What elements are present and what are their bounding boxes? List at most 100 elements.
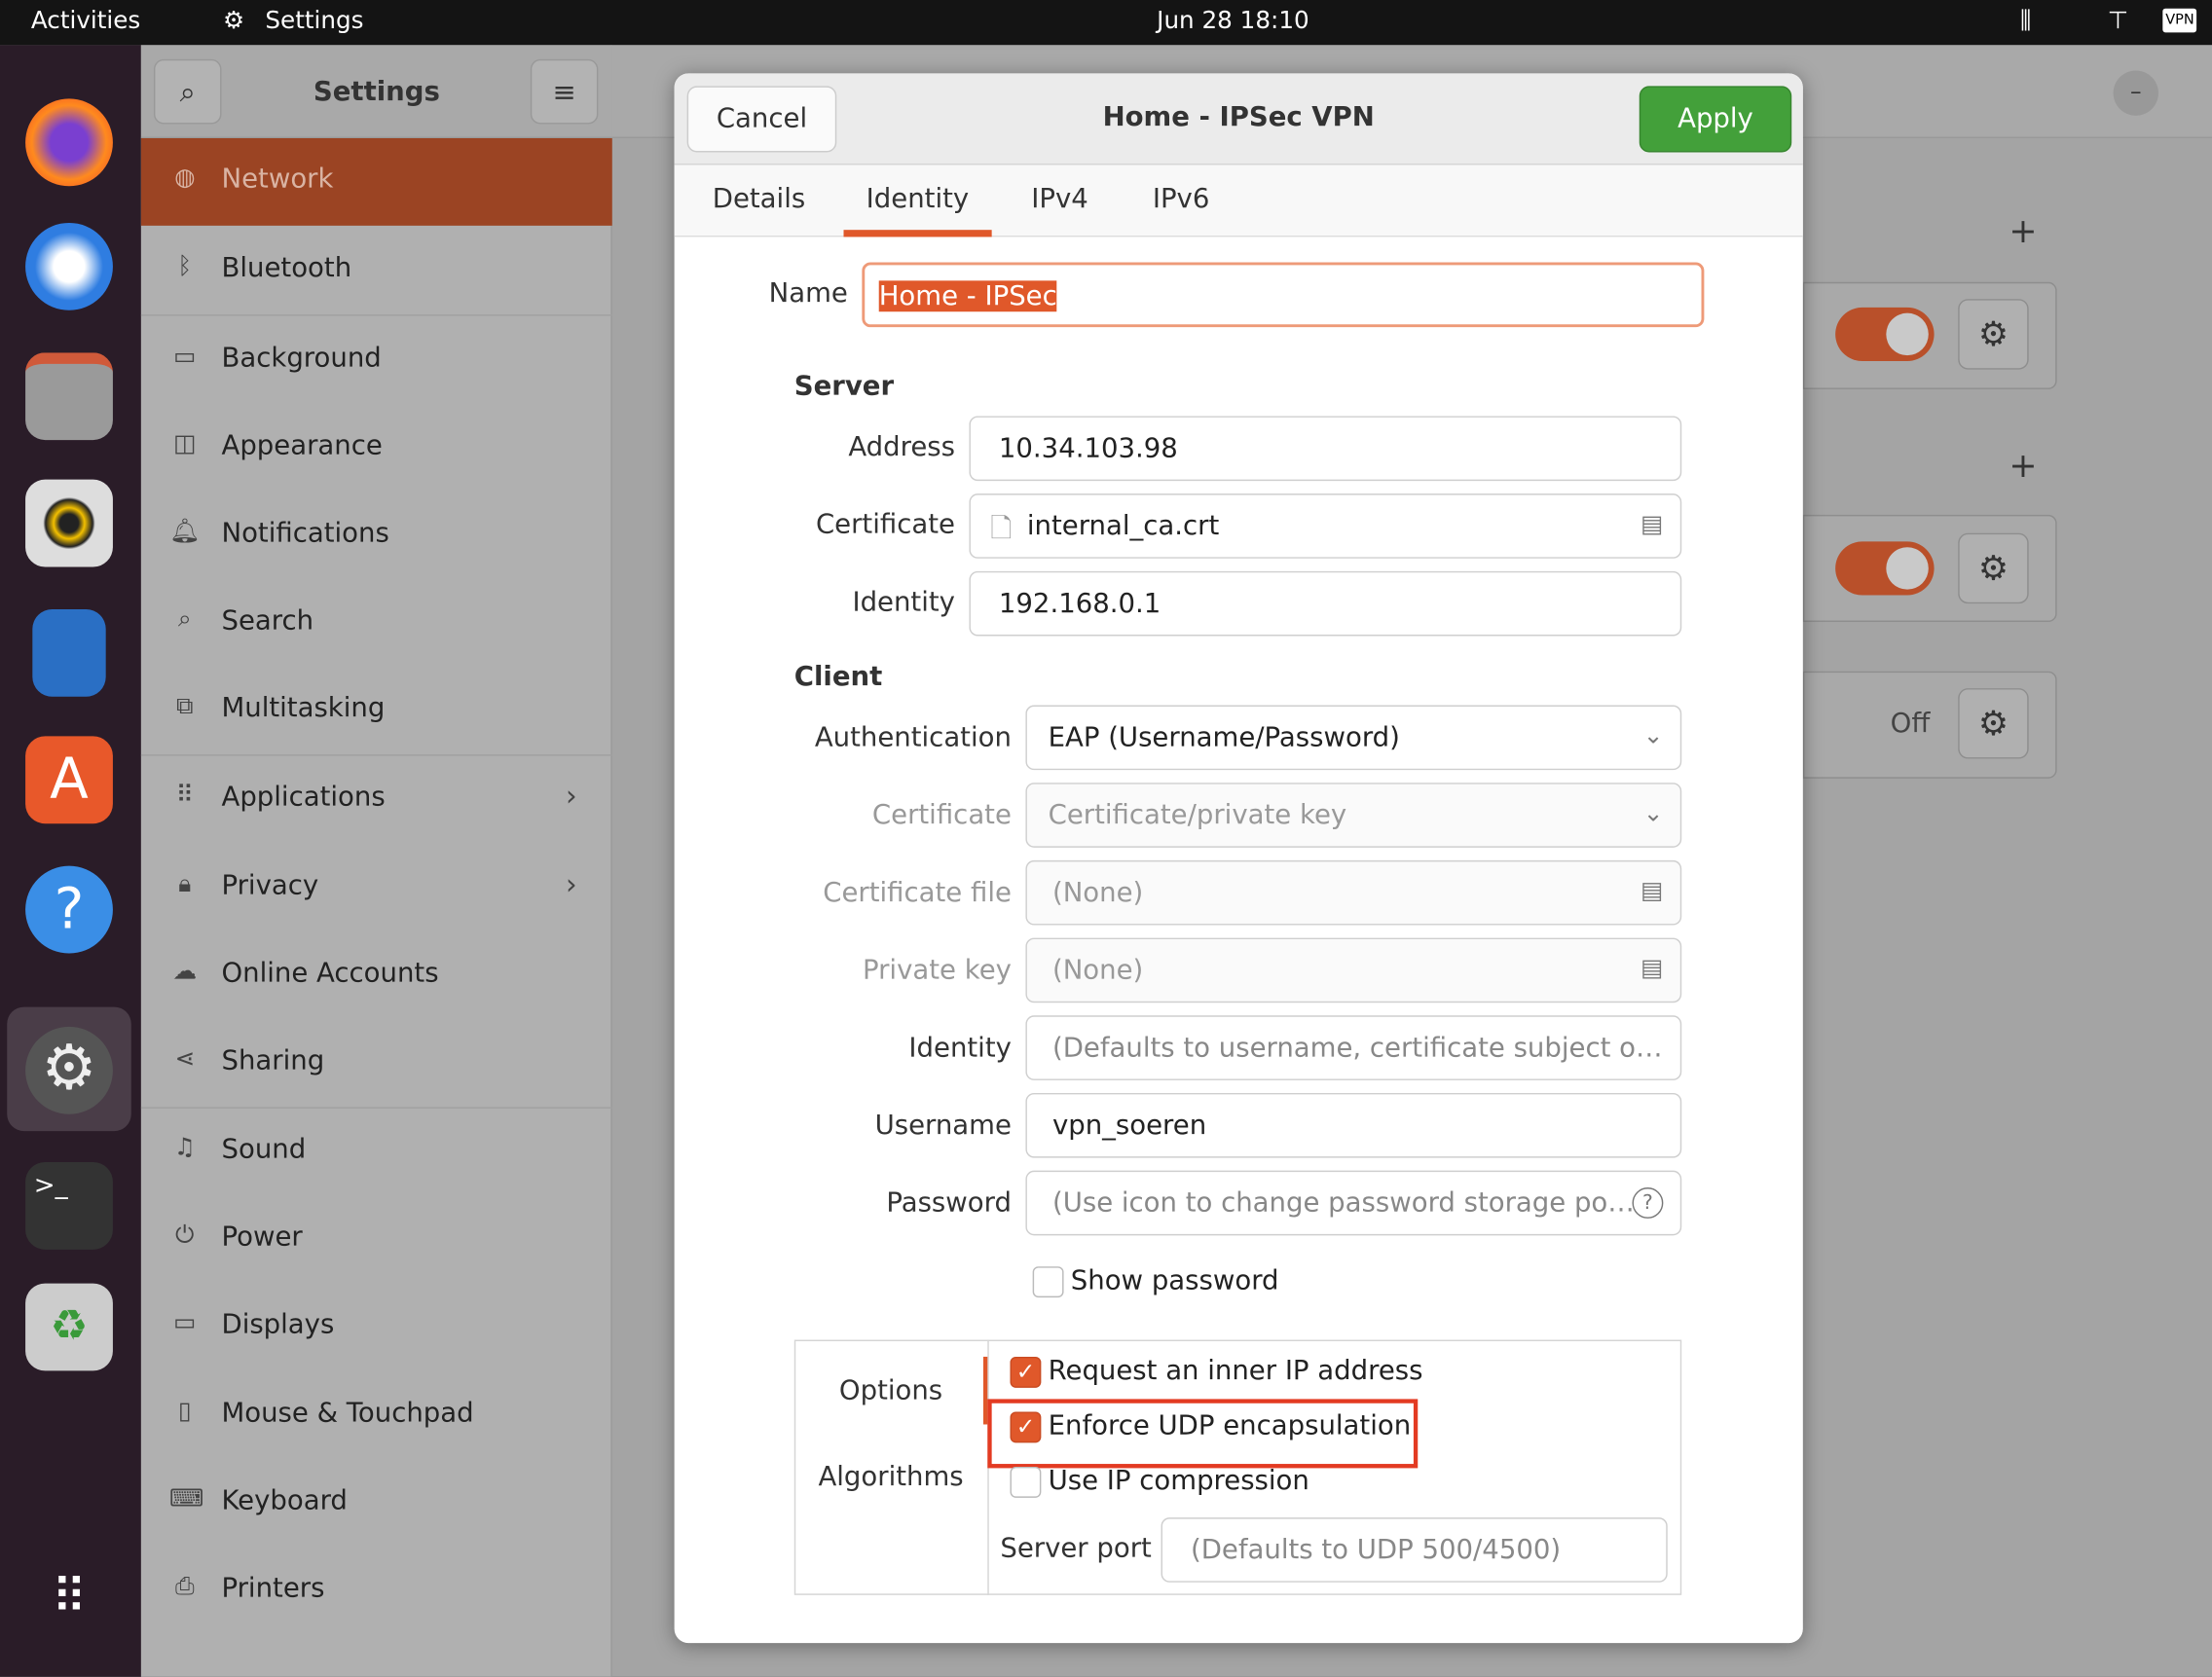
- dock: A ? ⚙ >_ ♻ ⠿: [0, 45, 141, 1676]
- authentication-select[interactable]: EAP (Username/Password)⌄: [1025, 706, 1681, 771]
- bell-icon: 🔔︎: [169, 518, 201, 546]
- password-input[interactable]: (Use icon to change password storage po……: [1025, 1171, 1681, 1236]
- enforce-udp-label: Enforce UDP encapsulation: [1049, 1410, 1412, 1441]
- sidebar-item-label: Sound: [221, 1134, 306, 1165]
- add-vpn-button[interactable]: +: [2009, 446, 2037, 486]
- activities-button[interactable]: Activities: [31, 7, 140, 35]
- server-certificate-chooser[interactable]: 🗋internal_ca.crt▤: [969, 493, 1681, 559]
- tab-ipv4[interactable]: IPv4: [1031, 183, 1088, 214]
- sidebar-item-power[interactable]: ⏻Power: [141, 1196, 612, 1284]
- tab-identity[interactable]: Identity: [866, 183, 970, 214]
- ip-compression-checkbox[interactable]: [1010, 1467, 1041, 1498]
- browse-file-icon[interactable]: ▤: [1641, 511, 1663, 539]
- clock[interactable]: Jun 28 18:10: [1157, 7, 1309, 35]
- tab-details[interactable]: Details: [713, 183, 805, 214]
- network-wired-icon[interactable]: ⊤: [2108, 7, 2128, 35]
- name-input[interactable]: Home - IPSec: [862, 263, 1704, 328]
- add-connection-button[interactable]: +: [2009, 211, 2037, 251]
- sidebar-item-label: Bluetooth: [221, 252, 351, 283]
- dialog-tabs: Details Identity IPv4 IPv6: [675, 165, 1803, 237]
- accessibility-icon[interactable]: ⫼: [2020, 7, 2031, 35]
- music-icon: ♫: [169, 1134, 201, 1162]
- client-certificate-select[interactable]: Certificate/private key⌄: [1025, 783, 1681, 848]
- username-input[interactable]: vpn_soeren: [1025, 1093, 1681, 1158]
- app-menu[interactable]: Settings: [265, 7, 363, 35]
- sidebar-item-privacy[interactable]: 🔒︎Privacy›: [141, 845, 612, 932]
- rhythmbox-icon[interactable]: [25, 480, 113, 567]
- gear-icon[interactable]: ⚙: [1958, 688, 2028, 758]
- certificate-file-value: (None): [1052, 877, 1143, 908]
- terminal-icon[interactable]: >_: [25, 1162, 113, 1250]
- server-port-input[interactable]: (Defaults to UDP 500/4500): [1161, 1517, 1668, 1583]
- enforce-udp-checkbox[interactable]: ✓: [1010, 1411, 1041, 1442]
- sidebar-item-label: Multitasking: [221, 692, 385, 723]
- sidebar-item-label: Search: [221, 605, 313, 637]
- sidebar-item-label: Keyboard: [221, 1485, 347, 1516]
- cloud-icon: ☁: [169, 958, 201, 986]
- sidebar-item-multitasking[interactable]: ⧉Multitasking: [141, 667, 612, 754]
- apply-button[interactable]: Apply: [1640, 86, 1791, 152]
- app-grid-icon[interactable]: ⠿: [25, 1554, 113, 1642]
- sidebar-item-search[interactable]: ⌕ Search: [141, 580, 612, 668]
- address-input[interactable]: 10.34.103.98: [969, 416, 1681, 481]
- show-password-checkbox[interactable]: [1033, 1266, 1064, 1297]
- authentication-label: Authentication: [675, 722, 1012, 753]
- file-icon: 🗋: [990, 509, 1012, 554]
- browse-file-icon[interactable]: ▤: [1641, 955, 1663, 983]
- private-key-value: (None): [1052, 955, 1143, 986]
- client-identity-input[interactable]: (Defaults to username, certificate subje…: [1025, 1015, 1681, 1080]
- sidebar-item-sharing[interactable]: ⋖Sharing: [141, 1020, 612, 1108]
- algorithms-tab[interactable]: Algorithms: [794, 1461, 988, 1492]
- sidebar-item-online-accounts[interactable]: ☁ Online Accounts: [141, 932, 612, 1020]
- certificate-file-label: Certificate file: [675, 877, 1012, 908]
- server-heading: Server: [794, 371, 894, 402]
- active-tab-indicator: [844, 230, 992, 237]
- certificate-file-chooser[interactable]: (None) ▤: [1025, 860, 1681, 926]
- sidebar-item-network[interactable]: ◍Network: [141, 138, 612, 226]
- software-icon[interactable]: A: [25, 736, 113, 823]
- sidebar-item-appearance[interactable]: ◫Appearance: [141, 405, 612, 492]
- search-icon: ⌕: [169, 605, 201, 634]
- thunderbird-icon[interactable]: [25, 223, 113, 310]
- connection-toggle[interactable]: [1835, 308, 1934, 361]
- client-certificate-value: Certificate/private key: [1049, 800, 1347, 831]
- options-tab[interactable]: Options: [794, 1375, 988, 1406]
- server-identity-input[interactable]: 192.168.0.1: [969, 571, 1681, 637]
- sidebar-item-label: Background: [221, 343, 381, 374]
- gear-icon[interactable]: ⚙: [1958, 533, 2028, 603]
- sidebar-item-mouse-touchpad[interactable]: ▯Mouse & Touchpad: [141, 1372, 612, 1460]
- sidebar-item-notifications[interactable]: 🔔︎Notifications: [141, 492, 612, 580]
- help-icon[interactable]: ?: [25, 866, 113, 954]
- sidebar-item-background[interactable]: ▭Background: [141, 317, 612, 405]
- browse-file-icon[interactable]: ▤: [1641, 877, 1663, 905]
- settings-icon[interactable]: ⚙: [25, 1027, 113, 1114]
- writer-icon[interactable]: [32, 609, 105, 697]
- server-certificate-label: Certificate: [675, 509, 955, 540]
- vpn-icon[interactable]: VPN: [2162, 9, 2196, 33]
- firefox-icon[interactable]: [25, 98, 113, 186]
- minimize-button[interactable]: –: [2114, 70, 2158, 115]
- password-storage-icon[interactable]: ?: [1632, 1187, 1663, 1219]
- sidebar-item-label: Sharing: [221, 1045, 324, 1076]
- gear-icon[interactable]: ⚙: [1958, 299, 2028, 369]
- dialog-title: Home - IPSec VPN: [675, 101, 1803, 132]
- request-inner-ip-checkbox[interactable]: ✓: [1010, 1357, 1041, 1388]
- tab-ipv6[interactable]: IPv6: [1153, 183, 1210, 214]
- sidebar-item-applications[interactable]: ⠿Applications›: [141, 756, 612, 844]
- top-bar: Activities ⚙ Settings Jun 28 18:10 ⫼ ⊤ V…: [0, 0, 2212, 45]
- menu-button[interactable]: ≡: [531, 59, 599, 125]
- sidebar-item-keyboard[interactable]: ⌨Keyboard: [141, 1460, 612, 1548]
- sidebar-item-bluetooth[interactable]: ᛒ Bluetooth: [141, 227, 612, 314]
- sidebar-item-displays[interactable]: ▭Displays: [141, 1284, 612, 1371]
- files-icon[interactable]: [25, 352, 113, 440]
- sidebar-item-printers[interactable]: ⎙Printers: [141, 1548, 612, 1635]
- private-key-chooser[interactable]: (None) ▤: [1025, 938, 1681, 1003]
- sidebar-item-label: Applications: [221, 782, 385, 813]
- ip-compression-label: Use IP compression: [1049, 1466, 1309, 1497]
- bluetooth-icon: ᛒ: [169, 252, 201, 280]
- trash-icon[interactable]: ♻: [25, 1284, 113, 1371]
- sidebar-item-sound[interactable]: ♫ Sound: [141, 1109, 612, 1196]
- vpn-toggle[interactable]: [1835, 541, 1934, 595]
- sidebar-item-label: Online Accounts: [221, 958, 438, 989]
- name-value: Home - IPSec: [879, 280, 1057, 311]
